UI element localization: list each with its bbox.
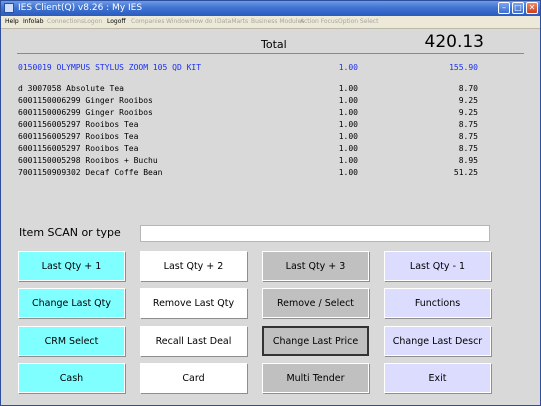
item-qty: 1.00 <box>338 132 358 141</box>
item-price: 9.25 <box>458 96 478 105</box>
list-item[interactable]: 6001150006299 Ginger Rooibos 1.00 9.25 <box>1 95 541 107</box>
recall-last-deal-button[interactable]: Recall Last Deal <box>140 326 247 356</box>
item-qty: 1.00 <box>338 120 358 129</box>
app-icon <box>4 3 14 13</box>
list-item[interactable]: 7001150909302 Decaf Coffe Bean 1.00 51.2… <box>1 167 541 179</box>
functions-button[interactable]: Functions <box>384 288 491 318</box>
menu-bar: Help Infolab Connections Logon Logoff Co… <box>1 16 540 29</box>
item-description: 0150019 OLYMPUS STYLUS ZOOM 105 QD KIT <box>18 63 202 72</box>
menu-how-do-i[interactable]: How do I <box>190 16 216 28</box>
menu-action-focus[interactable]: Action Focus <box>300 16 338 28</box>
item-description: 6001156005297 Rooibos Tea <box>18 120 139 129</box>
item-price: 8.75 <box>458 132 478 141</box>
item-price: 51.25 <box>453 168 478 177</box>
menu-companies[interactable]: Companies <box>131 16 164 28</box>
scan-label: Item SCAN or type <box>19 226 121 239</box>
item-price: 155.90 <box>449 63 478 72</box>
change-last-descr-button[interactable]: Change Last Descr <box>384 326 491 356</box>
last-qty-plus-2-button[interactable]: Last Qty + 2 <box>140 251 247 281</box>
list-item[interactable]: 6001156005297 Rooibos Tea 1.00 8.75 <box>1 131 541 143</box>
menu-help[interactable]: Help <box>5 16 19 28</box>
crm-select-button[interactable]: CRM Select <box>18 326 125 356</box>
scan-input[interactable] <box>140 225 490 242</box>
window-title: IES Client(Q) v8.26 : My IES <box>18 3 143 13</box>
maximize-icon[interactable]: □ <box>512 2 524 14</box>
multi-tender-button[interactable]: Multi Tender <box>262 363 369 393</box>
list-item[interactable]: d 3007058 Absolute Tea 1.00 8.70 <box>1 83 541 95</box>
item-description: 6001156005297 Rooibos Tea <box>18 132 139 141</box>
item-qty: 1.00 <box>338 96 358 105</box>
item-description: d 3007058 Absolute Tea <box>18 84 124 93</box>
item-price: 8.95 <box>458 156 478 165</box>
remove-last-qty-button[interactable]: Remove Last Qty <box>140 288 247 318</box>
item-qty: 1.00 <box>338 108 358 117</box>
menu-window[interactable]: Window <box>166 16 190 28</box>
cash-button[interactable]: Cash <box>18 363 125 393</box>
exit-button[interactable]: Exit <box>384 363 491 393</box>
item-qty: 1.00 <box>338 156 358 165</box>
close-icon[interactable]: ✕ <box>526 2 538 14</box>
total-label: Total <box>261 38 287 51</box>
item-qty: 1.00 <box>338 63 358 72</box>
minimize-icon[interactable]: – <box>498 2 510 14</box>
list-item[interactable]: 6001150005298 Rooibos + Buchu 1.00 8.95 <box>1 155 541 167</box>
last-qty-plus-3-button[interactable]: Last Qty + 3 <box>262 251 369 281</box>
item-price: 8.75 <box>458 144 478 153</box>
item-price: 8.70 <box>458 84 478 93</box>
item-qty: 1.00 <box>338 144 358 153</box>
menu-connections[interactable]: Connections <box>47 16 84 28</box>
item-qty: 1.00 <box>338 84 358 93</box>
item-price: 9.25 <box>458 108 478 117</box>
menu-logon[interactable]: Logon <box>84 16 102 28</box>
list-item[interactable]: 6001156005297 Rooibos Tea 1.00 8.75 <box>1 119 541 131</box>
item-description: 6001150006299 Ginger Rooibos <box>18 108 153 117</box>
list-item[interactable]: 0150019 OLYMPUS STYLUS ZOOM 105 QD KIT 1… <box>1 62 541 74</box>
list-item[interactable]: 6001150006299 Ginger Rooibos 1.00 9.25 <box>1 107 541 119</box>
item-description: 6001150005298 Rooibos + Buchu <box>18 156 158 165</box>
menu-business-modules[interactable]: Business Modules <box>251 16 304 28</box>
title-bar: IES Client(Q) v8.26 : My IES – □ ✕ <box>1 1 540 16</box>
card-button[interactable]: Card <box>140 363 247 393</box>
item-price: 8.75 <box>458 120 478 129</box>
total-divider <box>17 53 524 54</box>
app-window: IES Client(Q) v8.26 : My IES – □ ✕ Help … <box>0 0 541 406</box>
remove-select-button[interactable]: Remove / Select <box>262 288 369 318</box>
list-item[interactable]: 6001156005297 Rooibos Tea 1.00 8.75 <box>1 143 541 155</box>
total-value: 420.13 <box>424 32 484 52</box>
menu-datamarts[interactable]: DataMarts <box>217 16 248 28</box>
change-last-qty-button[interactable]: Change Last Qty <box>18 288 125 318</box>
last-qty-plus-1-button[interactable]: Last Qty + 1 <box>18 251 125 281</box>
menu-logoff[interactable]: Logoff <box>107 16 126 28</box>
item-description: 7001150909302 Decaf Coffe Bean <box>18 168 163 177</box>
change-last-price-button[interactable]: Change Last Price <box>262 326 369 356</box>
item-qty: 1.00 <box>338 168 358 177</box>
item-description: 6001156005297 Rooibos Tea <box>18 144 139 153</box>
menu-infolab[interactable]: Infolab <box>23 16 44 28</box>
menu-option-select[interactable]: Option Select <box>338 16 378 28</box>
item-description: 6001150006299 Ginger Rooibos <box>18 96 153 105</box>
last-qty-minus-1-button[interactable]: Last Qty - 1 <box>384 251 491 281</box>
